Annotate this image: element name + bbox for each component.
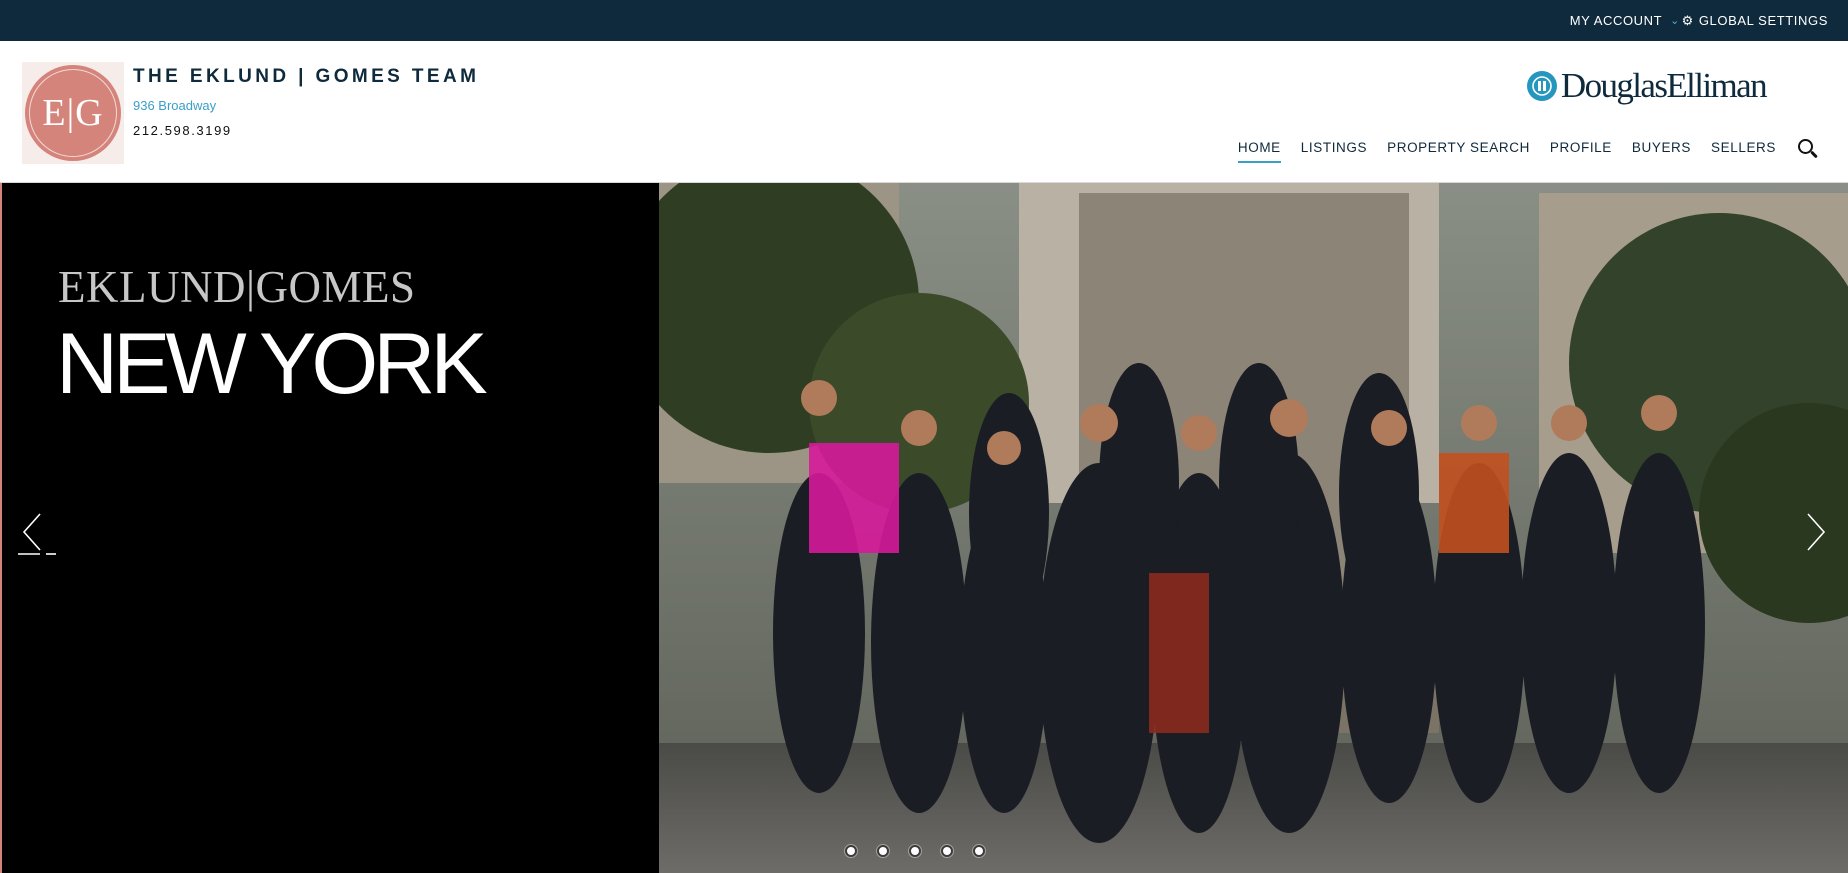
office-address-link[interactable]: 936 Broadway <box>133 98 216 113</box>
slider-prev-button[interactable] <box>16 510 56 560</box>
brand-emblem-icon <box>1526 71 1557 101</box>
hero-edge-accent <box>0 183 2 873</box>
team-group-photo <box>659 183 1848 873</box>
my-account-label: MY ACCOUNT <box>1569 13 1663 28</box>
slider-dot-4[interactable] <box>941 845 953 857</box>
top-utility-bar: MY ACCOUNT ⌄ ⚙ GLOBAL SETTINGS <box>0 0 1848 41</box>
slider-dot-2[interactable] <box>877 845 889 857</box>
hero-kicker: EKLUND|GOMES <box>58 262 416 312</box>
logo-monogram: E|G <box>42 92 104 134</box>
slider-dot-1[interactable] <box>845 845 857 857</box>
nav-home[interactable]: HOME <box>1237 140 1281 163</box>
nav-listings[interactable]: LISTINGS <box>1301 140 1367 163</box>
nav-property-search[interactable]: PROPERTY SEARCH <box>1387 140 1530 163</box>
douglas-elliman-logo[interactable]: DouglasElliman <box>1526 66 1768 106</box>
nav-buyers[interactable]: BUYERS <box>1632 140 1691 163</box>
search-icon[interactable] <box>1796 136 1818 160</box>
nav-profile[interactable]: PROFILE <box>1550 140 1612 163</box>
nav-sellers[interactable]: SELLERS <box>1711 140 1776 163</box>
team-name[interactable]: THE EKLUND | GOMES TEAM <box>133 66 479 88</box>
hero-title: NEW YORK <box>56 316 488 412</box>
site-header: E|G THE EKLUND | GOMES TEAM 936 Broadway… <box>0 41 1848 183</box>
slider-pagination <box>845 845 1005 857</box>
gear-icon: ⚙ <box>1681 12 1694 28</box>
chevron-right-icon <box>1807 513 1826 551</box>
main-nav: HOME LISTINGS PROPERTY SEARCH PROFILE BU… <box>1218 139 1818 163</box>
global-settings-button[interactable]: ⚙ GLOBAL SETTINGS <box>1682 0 1828 41</box>
my-account-menu[interactable]: MY ACCOUNT ⌄ <box>1570 0 1680 41</box>
slider-dot-5[interactable] <box>973 845 985 857</box>
hero-slider: EKLUND|GOMES NEW YORK <box>0 183 1848 873</box>
brand-name: DouglasElliman <box>1560 66 1768 105</box>
slider-next-button[interactable] <box>1792 510 1832 560</box>
phone-number[interactable]: 212.598.3199 <box>133 123 232 138</box>
chevron-down-icon: ⌄ <box>1670 15 1680 27</box>
global-settings-label: GLOBAL SETTINGS <box>1698 13 1828 28</box>
team-logo[interactable]: E|G <box>22 62 124 164</box>
chevron-left-icon <box>18 513 56 555</box>
team-logo-circle: E|G <box>25 65 121 161</box>
slider-dot-3[interactable] <box>909 845 921 857</box>
